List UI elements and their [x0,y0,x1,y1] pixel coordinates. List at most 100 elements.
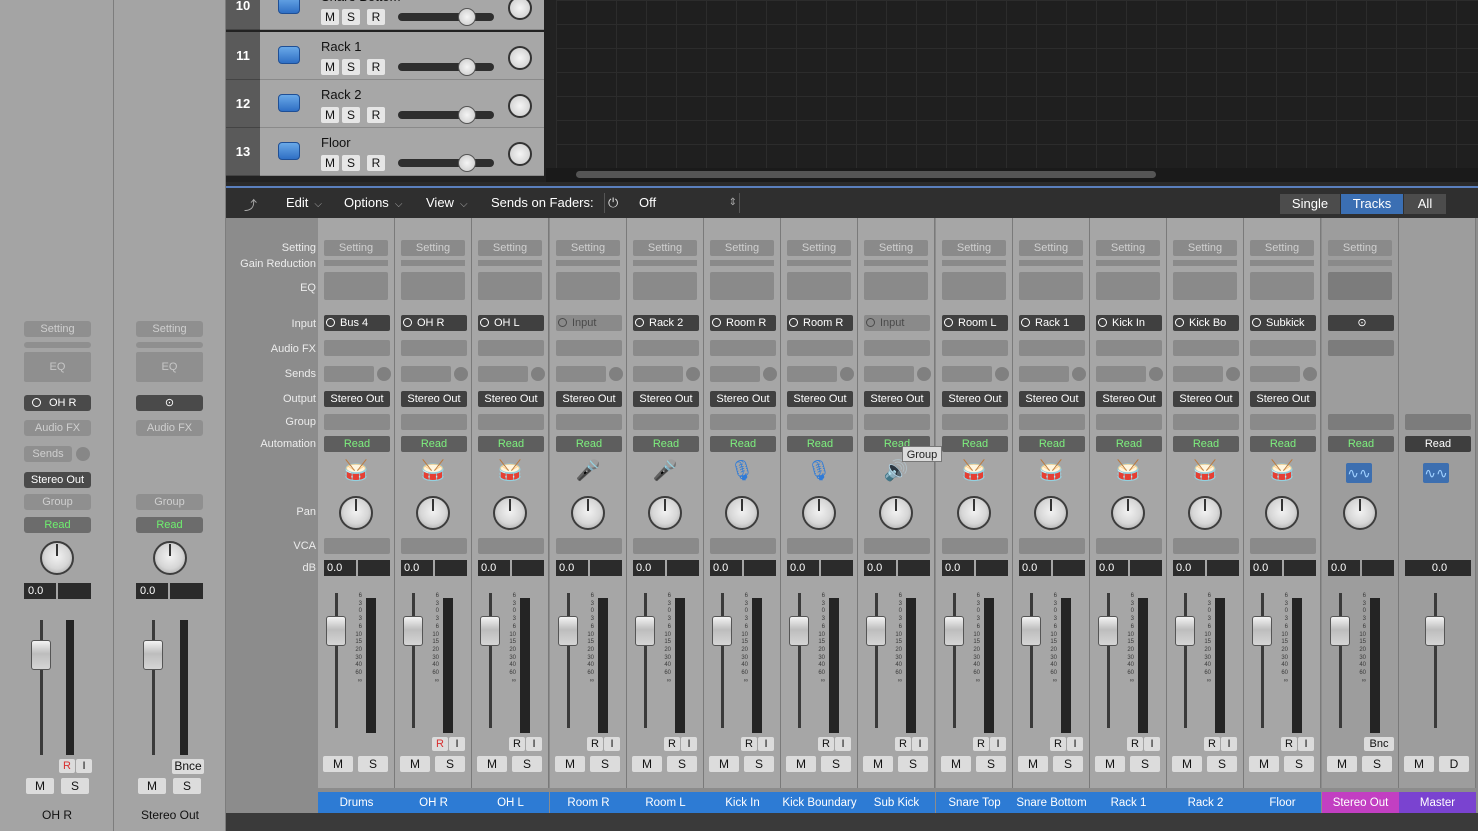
mute-button[interactable]: M [1172,756,1202,772]
solo-button[interactable]: S [976,756,1006,772]
automation-read[interactable]: Read [556,436,622,452]
send-knob[interactable] [763,367,777,381]
input-monitor-button[interactable]: I [1144,737,1160,751]
strip-name[interactable]: Master [1399,792,1476,814]
group-slot[interactable]: Group [136,494,203,510]
slider-thumb[interactable] [458,8,476,26]
floor-tom-icon[interactable]: 🥁 [1268,458,1296,484]
pan-knob[interactable] [957,496,991,530]
audio-fx-slot[interactable]: Audio FX [136,420,203,436]
volume-fader[interactable] [944,616,964,646]
strip-name[interactable]: Sub Kick [858,792,935,814]
vca-slot[interactable] [401,538,467,554]
track-name[interactable]: Floor [321,135,351,150]
tom-icon[interactable]: 🥁 [1114,458,1142,484]
input-monitor-button[interactable]: I [1067,737,1083,751]
pan-knob[interactable] [725,496,759,530]
solo-button[interactable]: S [173,778,201,794]
output-slot[interactable]: Stereo Out [787,391,853,407]
tom-icon[interactable]: 🥁 [1191,458,1219,484]
send-slot[interactable] [1173,366,1223,382]
strip-name[interactable]: Snare Bottom [1013,792,1090,814]
input-slot[interactable]: Kick Bo [1173,315,1239,331]
track-mute-button[interactable]: M [321,107,339,123]
eq-slot[interactable] [710,272,774,300]
track-name[interactable]: Rack 1 [321,39,361,54]
mute-button[interactable]: M [1095,756,1125,772]
mute-button[interactable]: M [555,756,585,772]
setting-button[interactable]: Setting [864,240,928,256]
vca-slot[interactable] [1250,538,1316,554]
track-row[interactable]: 10 Snare Bottom M S R [226,0,544,30]
input-monitor-button[interactable]: I [449,737,465,751]
input-monitor-button[interactable]: I [835,737,851,751]
audio-fx-slot[interactable]: Audio FX [24,420,91,436]
volume-fader[interactable] [480,616,500,646]
track-pan-knob[interactable] [508,46,532,70]
view-all-button[interactable]: All [1404,194,1446,214]
audio-fx-slot[interactable] [942,340,1008,356]
view-single-button[interactable]: Single [1280,194,1340,214]
volume-fader[interactable] [1098,616,1118,646]
input-slot[interactable]: OH R [401,315,467,331]
output-slot[interactable]: Stereo Out [1250,391,1316,407]
snare-icon[interactable]: 🥁 [1037,458,1065,484]
track-row[interactable]: 13 Floor M S R [226,128,544,176]
solo-button[interactable]: S [1207,756,1237,772]
input-link-slot[interactable]: ⊙ [136,395,203,411]
pan-knob[interactable] [571,496,605,530]
waveform-icon[interactable]: ∿∿ [1346,463,1372,483]
kick-mic-icon[interactable]: 🎙 [805,458,833,484]
pan-knob[interactable] [802,496,836,530]
mute-button[interactable]: M [400,756,430,772]
eq-slot[interactable] [633,272,697,300]
track-name[interactable]: Snare Bottom [321,0,401,4]
send-knob[interactable] [1072,367,1086,381]
group-slot[interactable] [324,414,390,430]
mute-button[interactable]: M [632,756,662,772]
pan-knob[interactable] [153,541,187,575]
volume-fader[interactable] [635,616,655,646]
solo-button[interactable]: S [1284,756,1314,772]
mute-button[interactable]: M [323,756,353,772]
volume-fader[interactable] [31,640,51,670]
eq-slot[interactable] [1096,272,1160,300]
pan-knob[interactable] [493,496,527,530]
microphone-icon[interactable]: 🎤 [574,458,602,484]
track-solo-button[interactable]: S [342,9,360,25]
send-knob[interactable] [917,367,931,381]
track-solo-button[interactable]: S [342,155,360,171]
audio-fx-slot[interactable] [556,340,622,356]
output-slot[interactable]: Stereo Out [478,391,544,407]
setting-button[interactable]: Setting [556,240,620,256]
eq-slot[interactable]: EQ [24,352,91,382]
track-record-button[interactable]: R [367,155,385,171]
mute-button[interactable]: M [138,778,166,794]
record-button[interactable]: R [741,737,757,751]
volume-fader[interactable] [1175,616,1195,646]
track-record-button[interactable]: R [367,9,385,25]
group-slot[interactable] [1019,414,1085,430]
input-link-slot[interactable]: ⊙ [1328,315,1394,331]
pan-knob[interactable] [416,496,450,530]
scrollbar-thumb[interactable] [576,171,1156,178]
output-slot[interactable]: Stereo Out [1019,391,1085,407]
volume-fader[interactable] [1021,616,1041,646]
send-knob[interactable] [609,367,623,381]
volume-fader[interactable] [866,616,886,646]
volume-fader[interactable] [1252,616,1272,646]
record-button[interactable]: R [973,737,989,751]
track-mute-button[interactable]: M [321,59,339,75]
send-slot[interactable] [1096,366,1146,382]
setting-button[interactable]: Setting [24,321,91,337]
audio-fx-slot[interactable] [633,340,699,356]
track-volume-slider[interactable] [398,58,494,76]
track-header[interactable]: Snare Bottom M S R [260,0,544,30]
send-knob[interactable] [1226,367,1240,381]
input-slot[interactable]: Bus 4 [324,315,390,331]
automation-read[interactable]: Read [1019,436,1085,452]
pan-knob[interactable] [879,496,913,530]
automation-read[interactable]: Read [710,436,776,452]
record-button[interactable]: R [432,737,448,751]
automation-read[interactable]: Read [1328,436,1394,452]
